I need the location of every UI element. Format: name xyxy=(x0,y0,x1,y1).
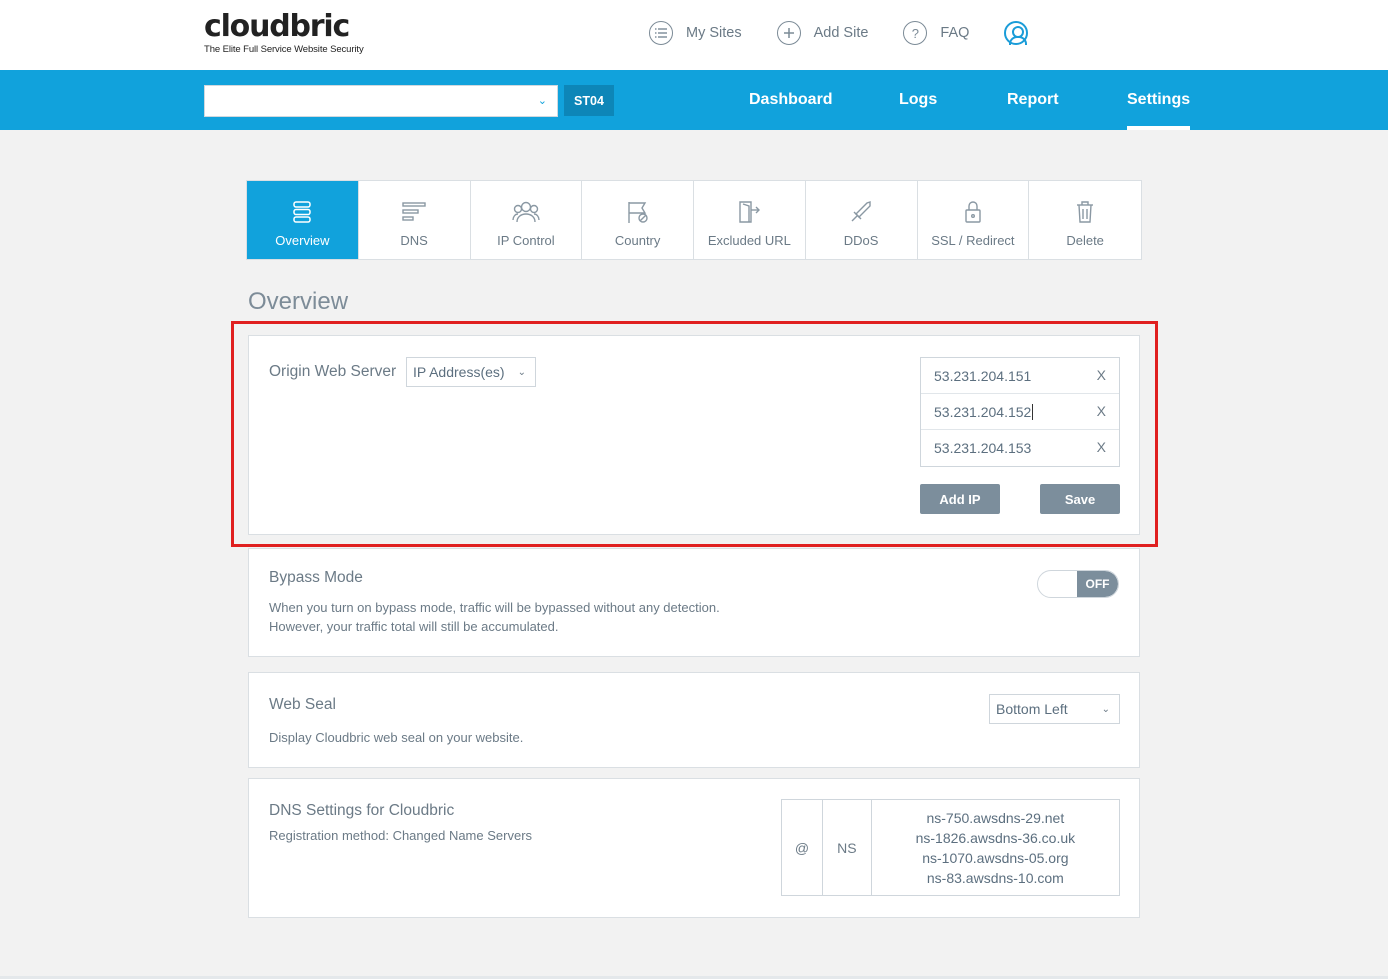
name-server-list: ns-750.awsdns-29.net ns-1826.awsdns-36.c… xyxy=(872,800,1119,895)
dns-settings-panel: DNS Settings for Cloudbric Registration … xyxy=(248,778,1140,918)
name-server: ns-1826.awsdns-36.co.uk xyxy=(915,829,1076,846)
trash-icon xyxy=(1075,199,1095,225)
add-site-label: Add Site xyxy=(813,25,869,41)
ip-value: 53.231.204.151 xyxy=(934,367,1032,384)
tab-label: Country xyxy=(614,233,661,248)
tab-ssl-redirect[interactable]: SSL / Redirect xyxy=(918,181,1030,259)
record-type: NS xyxy=(823,800,872,895)
ip-row[interactable]: 53.231.204.153 X xyxy=(921,430,1119,466)
list-icon xyxy=(649,21,673,45)
main-nav-bar: ⌄ ST04 Dashboard Logs Report Settings xyxy=(0,70,1388,130)
site-select-dropdown[interactable]: ⌄ xyxy=(204,85,558,117)
tab-label: Delete xyxy=(1066,233,1104,248)
top-nav: My Sites Add Site ? FAQ xyxy=(649,21,1029,45)
add-ip-button[interactable]: Add IP xyxy=(920,484,1000,514)
sword-icon xyxy=(849,199,873,225)
bypass-mode-desc-2: However, your traffic total will still b… xyxy=(269,619,559,634)
name-server: ns-83.awsdns-10.com xyxy=(926,869,1064,886)
dns-lines-icon xyxy=(402,199,426,225)
server-icon xyxy=(292,199,312,225)
tab-label: IP Control xyxy=(497,233,555,248)
ip-list: 53.231.204.151 X 53.231.204.152 X 53.231… xyxy=(920,357,1120,467)
lock-icon xyxy=(963,199,983,225)
toggle-state: OFF xyxy=(1077,571,1118,597)
origin-server-panel: Origin Web Server IP Address(es) ⌄ 53.23… xyxy=(248,335,1140,535)
dns-settings-title: DNS Settings for Cloudbric xyxy=(269,802,455,819)
page-title: Overview xyxy=(248,288,349,315)
chevron-down-icon: ⌄ xyxy=(517,366,526,378)
tab-label: DDoS xyxy=(843,233,879,248)
tab-label: DNS xyxy=(400,233,428,248)
web-seal-title: Web Seal xyxy=(269,696,336,713)
tab-country[interactable]: Country xyxy=(582,181,694,259)
cloudbric-logo[interactable]: cloudbric The Elite Full Service Website… xyxy=(204,9,364,56)
origin-type-select[interactable]: IP Address(es) ⌄ xyxy=(406,357,536,387)
remove-ip-button[interactable]: X xyxy=(1097,439,1106,455)
ip-row[interactable]: 53.231.204.151 X xyxy=(921,358,1119,394)
site-badge[interactable]: ST04 xyxy=(564,85,614,116)
top-header: cloudbric The Elite Full Service Website… xyxy=(0,0,1388,70)
web-seal-panel: Web Seal Display Cloudbric web seal on y… xyxy=(248,672,1140,768)
tab-label: Overview xyxy=(275,233,330,248)
tab-label: Excluded URL xyxy=(707,233,791,248)
faq-label: FAQ xyxy=(940,25,970,41)
nav-logs[interactable]: Logs xyxy=(899,70,937,130)
faq-link[interactable]: ? FAQ xyxy=(903,21,969,45)
chevron-down-icon: ⌄ xyxy=(1101,703,1110,715)
tab-ddos[interactable]: DDoS xyxy=(806,181,918,259)
ip-value: 53.231.204.152 xyxy=(934,403,1032,420)
tab-delete[interactable]: Delete xyxy=(1029,181,1141,259)
exit-door-icon xyxy=(737,199,761,225)
users-icon xyxy=(512,199,540,225)
web-seal-position-value: Bottom Left xyxy=(996,701,1068,717)
web-seal-position-select[interactable]: Bottom Left ⌄ xyxy=(989,694,1120,724)
my-sites-link[interactable]: My Sites xyxy=(649,21,742,45)
origin-server-label: Origin Web Server xyxy=(269,363,397,380)
logo-wordmark: cloudbric xyxy=(204,9,350,44)
flag-icon xyxy=(626,199,650,225)
tab-excluded-url[interactable]: Excluded URL xyxy=(694,181,806,259)
chevron-down-icon: ⌄ xyxy=(537,95,547,107)
settings-tabs: Overview DNS IP Control Country Excluded… xyxy=(246,180,1142,260)
save-button[interactable]: Save xyxy=(1040,484,1120,514)
logo-tagline: The Elite Full Service Website Security xyxy=(204,44,364,55)
ip-row[interactable]: 53.231.204.152 X xyxy=(921,394,1119,430)
bypass-mode-panel: Bypass Mode When you turn on bypass mode… xyxy=(248,548,1140,657)
ip-value: 53.231.204.153 xyxy=(934,440,1032,456)
plus-circle-icon xyxy=(776,21,801,45)
tab-dns[interactable]: DNS xyxy=(359,181,471,259)
name-server: ns-1070.awsdns-05.org xyxy=(922,849,1069,866)
dns-registration-method: Registration method: Changed Name Server… xyxy=(269,828,533,843)
dns-records-table: @ NS ns-750.awsdns-29.net ns-1826.awsdns… xyxy=(781,799,1120,896)
my-sites-label: My Sites xyxy=(686,25,742,41)
bypass-mode-toggle[interactable]: OFF xyxy=(1037,570,1119,598)
nav-dashboard[interactable]: Dashboard xyxy=(749,70,833,130)
text-cursor xyxy=(1032,403,1034,420)
remove-ip-button[interactable]: X xyxy=(1097,367,1106,383)
web-seal-desc: Display Cloudbric web seal on your websi… xyxy=(269,730,524,745)
bypass-mode-title: Bypass Mode xyxy=(269,569,363,586)
tab-label: SSL / Redirect xyxy=(931,233,1015,248)
nav-report[interactable]: Report xyxy=(1007,70,1059,130)
nav-settings[interactable]: Settings xyxy=(1127,70,1191,130)
tab-ip-control[interactable]: IP Control xyxy=(471,181,583,259)
add-site-link[interactable]: Add Site xyxy=(776,21,869,45)
user-profile-icon[interactable] xyxy=(1004,21,1029,45)
tab-overview[interactable]: Overview xyxy=(247,181,359,259)
record-host: @ xyxy=(782,800,823,895)
name-server: ns-750.awsdns-29.net xyxy=(926,809,1065,826)
remove-ip-button[interactable]: X xyxy=(1097,403,1106,419)
origin-type-value: IP Address(es) xyxy=(413,364,505,380)
bypass-mode-desc-1: When you turn on bypass mode, traffic wi… xyxy=(269,600,720,615)
question-icon: ? xyxy=(903,21,928,45)
